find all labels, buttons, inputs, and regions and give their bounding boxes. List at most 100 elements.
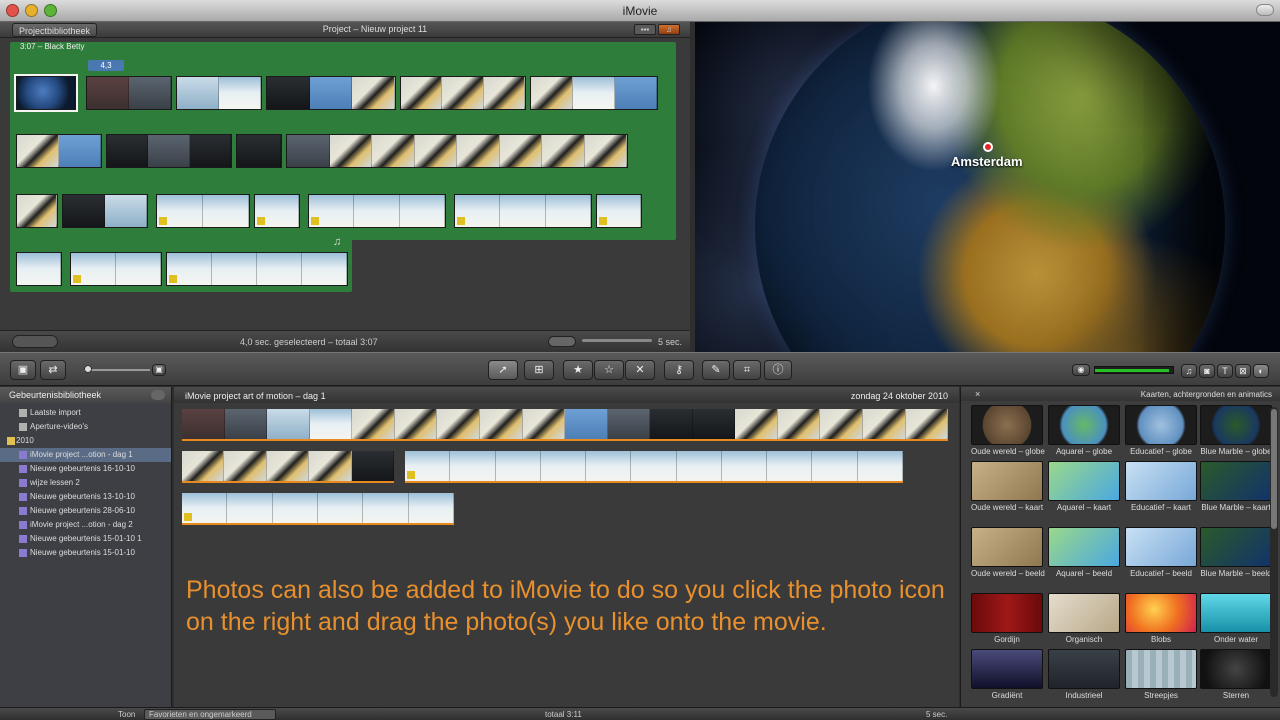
selection-status: 4,0 sec. geselecteerd – totaal 3:07	[240, 337, 378, 347]
maps-backgrounds-browser: × Kaarten, achtergronden en animatics Ou…	[960, 387, 1280, 707]
globe-clip[interactable]	[14, 74, 78, 112]
tile-blue-marble-globe[interactable]: Blue Marble – globe	[1200, 405, 1272, 456]
voiceover-icon[interactable]: ◉	[1072, 364, 1090, 376]
video-clip[interactable]	[106, 134, 232, 168]
tile-watercolor-map[interactable]: Aquarel – kaart	[1048, 461, 1120, 512]
event-item[interactable]: Nieuwe gebeurtenis 13-10-10	[0, 490, 171, 504]
tile-industrial[interactable]: Industrieel	[1048, 649, 1120, 700]
tile-blue-marble-map[interactable]: Blue Marble – kaart	[1200, 461, 1272, 512]
event-total-duration: totaal 3:11	[545, 710, 582, 719]
event-item-aperture[interactable]: Aperture-video's	[0, 420, 171, 434]
eject-icon[interactable]	[151, 390, 165, 400]
photo-clip[interactable]	[16, 252, 62, 286]
inspector-button[interactable]: ⓘ	[764, 360, 792, 380]
music-view-icon[interactable]: ♫	[658, 24, 680, 35]
tile-curtain[interactable]: Gordijn	[971, 593, 1043, 644]
event-browser-header: iMovie project art of motion – dag 1 zon…	[174, 387, 959, 403]
photo-clip[interactable]	[254, 194, 300, 228]
video-clip[interactable]	[530, 76, 658, 110]
tile-blobs[interactable]: Blobs	[1125, 593, 1197, 644]
maps-backgrounds-title: Kaarten, achtergronden en animatics	[1140, 390, 1272, 399]
tile-gradient[interactable]: Gradiënt	[971, 649, 1043, 700]
project-view-buttons: ▪▪▪ ♫	[634, 24, 680, 35]
tile-educational-image[interactable]: Educatief – beeld	[1125, 527, 1197, 578]
reject-button[interactable]: ✕	[625, 360, 655, 380]
scrollbar-thumb[interactable]	[1271, 409, 1277, 529]
photo-clip[interactable]	[156, 194, 250, 228]
video-clip[interactable]	[266, 76, 396, 110]
video-clip[interactable]	[236, 134, 282, 168]
camera-import-button[interactable]: ▣	[10, 360, 36, 380]
keywords-button[interactable]: ⚷	[664, 360, 694, 380]
swap-panes-button[interactable]: ⇄	[40, 360, 66, 380]
event-year-folder[interactable]: 2010	[0, 434, 171, 448]
backgrounds-scrollbar[interactable]	[1270, 407, 1278, 697]
video-clip[interactable]	[286, 134, 628, 168]
tile-educational-map[interactable]: Educatief – kaart	[1125, 461, 1197, 512]
event-clip-strip[interactable]	[182, 409, 948, 441]
zoom-slider[interactable]	[582, 339, 652, 342]
video-clip[interactable]	[62, 194, 148, 228]
event-photo-strip[interactable]	[182, 493, 454, 525]
tile-stripes[interactable]: Streepjes	[1125, 649, 1197, 700]
filmstrip-view-icon[interactable]: ▪▪▪	[634, 24, 656, 35]
video-clip[interactable]	[16, 194, 58, 228]
tile-old-world-globe[interactable]: Oude wereld – globe	[971, 405, 1045, 456]
unmark-button[interactable]: ☆	[594, 360, 624, 380]
volume-meter	[1094, 366, 1174, 374]
maps-backgrounds-browser-icon[interactable]: ◐	[1253, 364, 1269, 378]
thumbnail-large-icon[interactable]: ▣	[152, 364, 166, 376]
tile-watercolor-globe[interactable]: Aquarel – globe	[1048, 405, 1120, 456]
tile-watercolor-image[interactable]: Aquarel – beeld	[1048, 527, 1120, 578]
eyedropper-button[interactable]: ✎	[702, 360, 730, 380]
add-to-project-button[interactable]: ⊞	[524, 360, 554, 380]
photo-browser-icon[interactable]: ◙	[1199, 364, 1215, 378]
event-footer: Toon Favorieten en ongemarkeerd totaal 3…	[0, 707, 1280, 720]
music-browser-icon[interactable]: ♫	[1181, 364, 1197, 378]
event-browser: iMovie project art of motion – dag 1 zon…	[174, 387, 959, 707]
tile-underwater[interactable]: Onder water	[1200, 593, 1272, 644]
photo-clip[interactable]	[70, 252, 162, 286]
video-clip[interactable]	[86, 76, 172, 110]
event-item[interactable]: Nieuwe gebeurtenis 28-06-10	[0, 504, 171, 518]
tile-old-world-image[interactable]: Oude wereld – beeld	[971, 527, 1045, 578]
thumbnail-slider-knob[interactable]	[84, 365, 92, 373]
event-photo-strip[interactable]	[405, 451, 903, 483]
show-filter-select[interactable]: Favorieten en ongemarkeerd	[144, 709, 276, 720]
tile-blue-marble-image[interactable]: Blue Marble – beeld	[1200, 527, 1272, 578]
video-clip[interactable]	[16, 134, 102, 168]
photo-clip[interactable]	[596, 194, 642, 228]
event-item[interactable]: Nieuwe gebeurtenis 16-10-10	[0, 462, 171, 476]
tile-old-world-map[interactable]: Oude wereld – kaart	[971, 461, 1043, 512]
select-tool-button[interactable]: ➚	[488, 360, 518, 380]
camera-icon: ▣	[17, 364, 29, 376]
tile-stars[interactable]: Sterren	[1200, 649, 1272, 700]
tile-educational-globe[interactable]: Educatief – globe	[1125, 405, 1197, 456]
transitions-browser-icon[interactable]: ⊠	[1235, 364, 1251, 378]
project-pane: Projectbibliotheek Project – Nieuw proje…	[0, 22, 690, 352]
event-clip-strip[interactable]	[182, 451, 394, 483]
photo-clip[interactable]	[166, 252, 348, 286]
mark-favorite-button[interactable]: ★	[563, 360, 593, 380]
titles-browser-icon[interactable]: T	[1217, 364, 1233, 378]
event-item[interactable]: wijze lessen 2	[0, 476, 171, 490]
tile-organic[interactable]: Organisch	[1048, 593, 1120, 644]
event-item-last-import[interactable]: Laatste import	[0, 406, 171, 420]
thumbnail-size-slider[interactable]	[84, 369, 150, 371]
close-browser-icon[interactable]: ×	[975, 389, 980, 399]
event-item-selected[interactable]: iMovie project ...otion - dag 1	[0, 448, 171, 462]
playback-controls[interactable]	[12, 335, 58, 348]
audio-waveform-toggle[interactable]	[548, 336, 576, 347]
photo-clip[interactable]	[308, 194, 446, 228]
event-item[interactable]: Nieuwe gebeurtenis 15-01-10	[0, 546, 171, 560]
preview-viewer[interactable]: Amsterdam	[695, 22, 1280, 352]
maps-backgrounds-header: × Kaarten, achtergronden en animatics	[961, 387, 1280, 401]
event-item[interactable]: Nieuwe gebeurtenis 15-01-10 1	[0, 532, 171, 546]
crop-button[interactable]: ⌗	[733, 360, 761, 380]
event-item[interactable]: iMovie project ...otion - dag 2	[0, 518, 171, 532]
photo-clip[interactable]	[454, 194, 592, 228]
toolbar-toggle-button[interactable]	[1256, 4, 1274, 16]
video-clip[interactable]	[400, 76, 526, 110]
video-clip[interactable]	[176, 76, 262, 110]
show-label: Toon	[118, 710, 136, 719]
